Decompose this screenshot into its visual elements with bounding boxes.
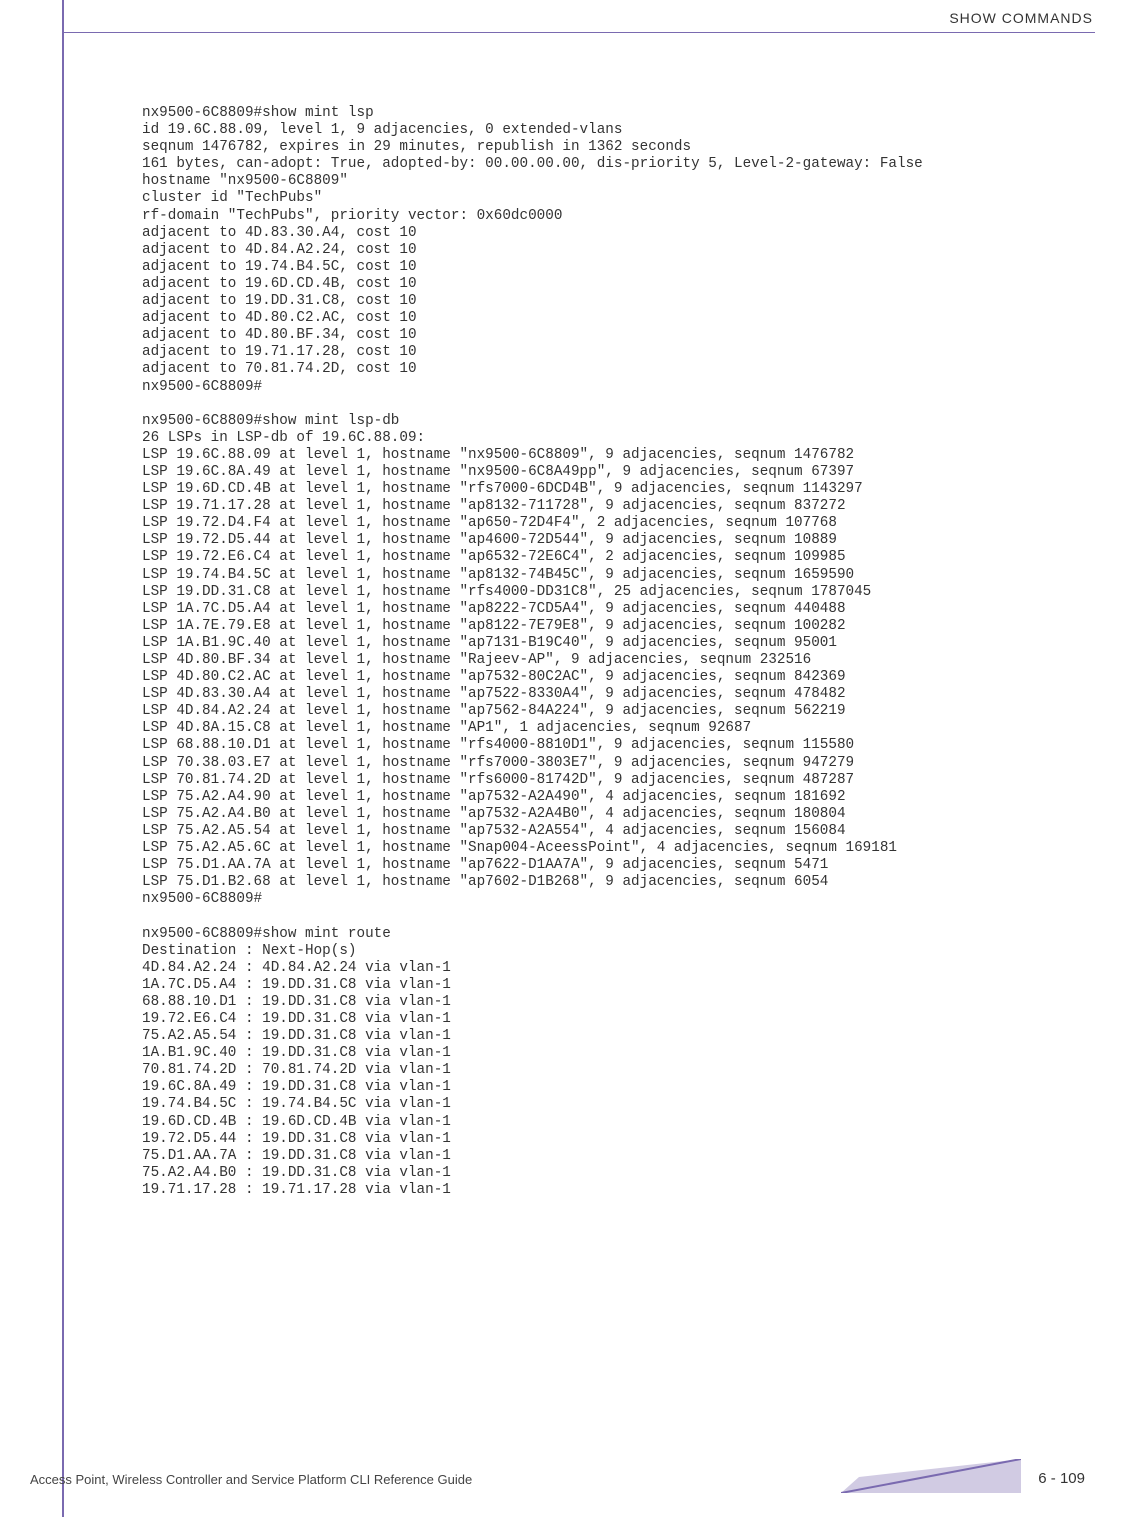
terminal-output: nx9500-6C8809#show mint lsp id 19.6C.88.… (142, 105, 1102, 1199)
footer-guide-title: Access Point, Wireless Controller and Se… (30, 1472, 472, 1487)
footer-flag-icon (841, 1459, 1021, 1493)
footer: Access Point, Wireless Controller and Se… (30, 1461, 1095, 1493)
page: SHOW COMMANDS nx9500-6C8809#show mint ls… (0, 0, 1125, 1517)
side-rule (62, 0, 64, 1517)
header-rule (62, 32, 1095, 33)
header-title: SHOW COMMANDS (949, 10, 1093, 26)
footer-page-number: 6 - 109 (1038, 1470, 1085, 1487)
